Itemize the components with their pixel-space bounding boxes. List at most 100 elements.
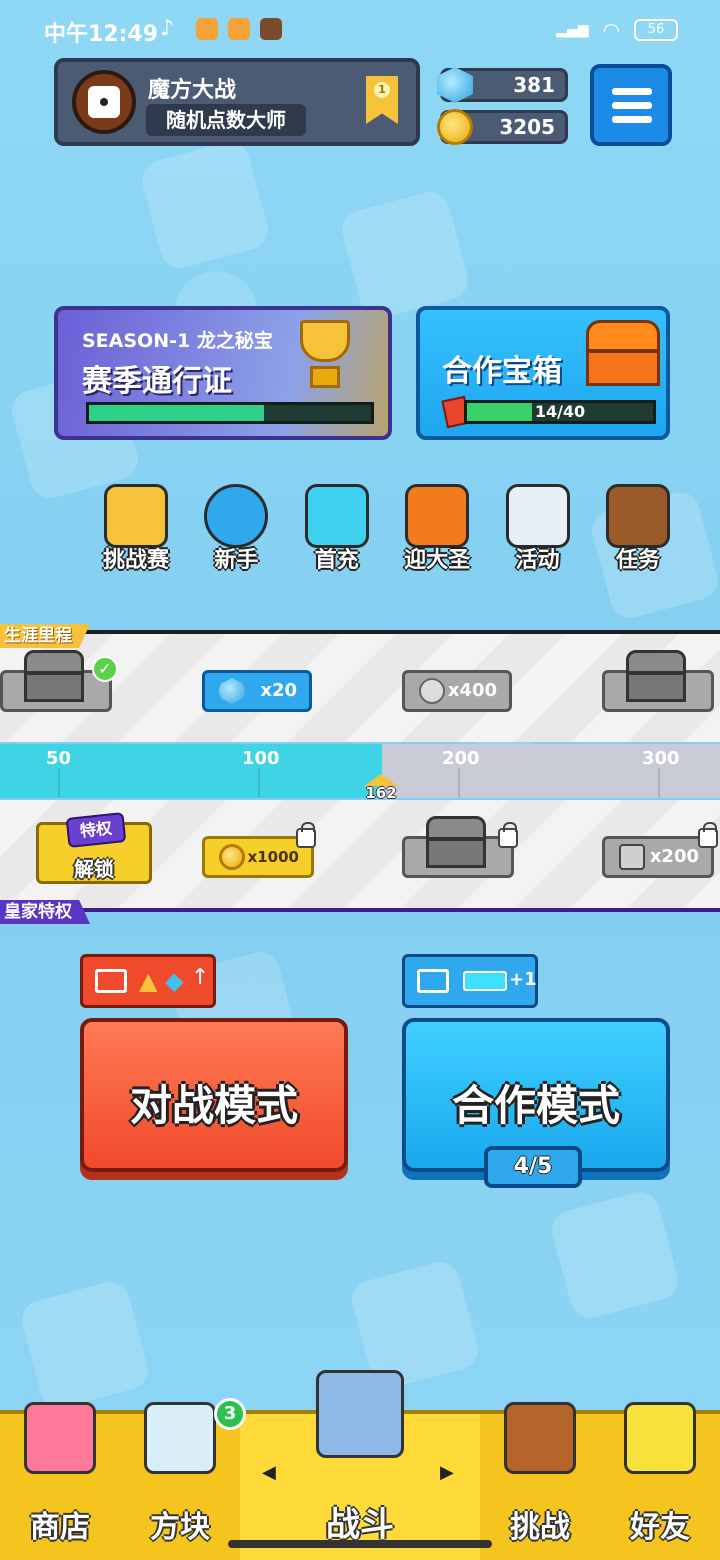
shortcut-newbie[interactable]: 新手 <box>192 484 280 584</box>
rank-number: 1 <box>374 82 390 98</box>
nav-right-arrow-icon[interactable]: ▶ <box>440 1462 454 1483</box>
lock-icon <box>698 822 718 848</box>
up-arrow-icon: ↑ <box>191 965 210 990</box>
monkey-king-icon <box>405 484 470 548</box>
shop-icon <box>24 1402 96 1474</box>
nav-label: 挑战 <box>510 1510 570 1545</box>
reward-amount: x200 <box>649 846 699 867</box>
season-progress-bar <box>86 402 374 424</box>
avatar <box>72 70 136 134</box>
shortcut-label: 任务 <box>615 548 660 573</box>
home-indicator[interactable] <box>228 1540 492 1548</box>
game-notification-icon <box>260 18 282 40</box>
battle-mode-button[interactable]: 对战模式 <box>80 1018 348 1172</box>
lock-icon <box>498 822 518 848</box>
ticket-icon <box>463 971 507 991</box>
nav-battle[interactable]: 战斗 <box>240 1370 480 1560</box>
player-name: 魔方大战 <box>148 78 237 103</box>
coop-chest-title: 合作宝箱 <box>442 354 562 389</box>
nav-label: 方块 <box>150 1510 210 1545</box>
coin-amount: 3205 <box>499 115 555 139</box>
profile-card[interactable]: 魔方大战 随机点数大师 1 <box>54 58 420 146</box>
quest-book-icon <box>605 484 670 548</box>
lock-icon <box>296 822 316 848</box>
gift-box-icon <box>304 484 369 548</box>
season-tag: SEASON-1 龙之秘宝 <box>82 330 273 352</box>
menu-button[interactable] <box>590 64 672 146</box>
tick-divider <box>58 768 60 798</box>
milestone-tick: 300 <box>642 748 680 769</box>
challenge-blocks-icon <box>104 484 168 548</box>
tick-divider <box>258 768 260 798</box>
shortcut-label: 新手 <box>214 548 259 573</box>
nav-friends[interactable]: 好友 <box>600 1402 720 1560</box>
nav-label: 商店 <box>30 1510 90 1545</box>
milestone-tick: 100 <box>242 748 280 769</box>
nav-cubes[interactable]: 方块 <box>120 1402 240 1560</box>
milestone-tick: 200 <box>442 748 480 769</box>
trophy-icon <box>294 316 356 394</box>
bg-dice-tile <box>137 137 273 273</box>
gem-amount: 381 <box>513 73 555 97</box>
season-pass-card[interactable]: SEASON-1 龙之秘宝 赛季通行证 <box>54 306 392 440</box>
hamburger-icon <box>612 88 652 95</box>
shortcut-events[interactable]: 活动 <box>494 484 582 584</box>
coop-video-bonus[interactable]: +1 <box>402 954 538 1008</box>
coin-counter[interactable]: 3205 <box>437 109 568 145</box>
career-reward-gems[interactable]: x20 <box>202 670 312 712</box>
hamburger-icon <box>612 116 652 123</box>
season-pass-title: 赛季通行证 <box>82 364 232 399</box>
wifi-icon: ◠ <box>602 18 620 42</box>
status-bar: 中午12:49 ♪ ▂▄▆ ◠ 56 <box>0 0 720 60</box>
shortcut-quests[interactable]: 任务 <box>594 484 682 584</box>
player-title: 随机点数大师 <box>146 104 306 136</box>
hex-gem-icon <box>619 844 645 870</box>
shortcut-first-recharge[interactable]: 首充 <box>293 484 381 584</box>
career-tag: 生涯里程 <box>0 624 90 648</box>
battery-icon: 56 <box>634 19 678 41</box>
gem-counter[interactable]: 381 <box>437 67 568 103</box>
career-milestone-track: 生涯里程 ✓ x20 x400 <box>0 624 720 742</box>
tick-divider <box>458 768 460 798</box>
gem-icon <box>219 678 245 704</box>
nav-left-arrow-icon[interactable]: ◀ <box>262 1462 276 1483</box>
friend-character-icon <box>624 1402 696 1474</box>
cube-notification-badge: 3 <box>214 1398 246 1430</box>
gem-icon <box>437 67 473 103</box>
signal-icon: ▂▄▆ <box>556 22 589 38</box>
nav-shop[interactable]: 商店 <box>0 1402 120 1560</box>
unlock-privilege-button[interactable]: 特权 解锁 <box>36 812 152 884</box>
signboard-icon <box>504 1402 576 1474</box>
privilege-badge: 特权 <box>65 812 127 848</box>
bg-dice-tile <box>17 1277 153 1413</box>
status-time: 中午12:49 <box>44 22 159 47</box>
battle-video-bonus[interactable]: ▲ ◆ ↑ <box>80 954 216 1008</box>
rank-medal-icon: 1 <box>366 76 398 124</box>
shortcut-row: 挑战赛 新手 首充 迎大圣 活动 任务 <box>92 484 682 584</box>
coop-chest-progress-bar: 14/40 <box>464 400 656 424</box>
gem-bonus-icon: ◆ <box>165 967 184 995</box>
bg-dice-tile <box>547 1187 683 1323</box>
silver-coin-icon <box>419 678 445 704</box>
video-icon <box>95 969 127 993</box>
milestone-tick: 50 <box>46 748 72 769</box>
coop-chest-card[interactable]: 合作宝箱 14/40 <box>416 306 670 440</box>
mystery-cube-icon <box>144 1402 216 1474</box>
bottom-nav: 商店 方块 战斗 挑战 好友 <box>0 1370 720 1560</box>
treasure-chest-icon <box>582 316 664 390</box>
shortcut-label: 迎大圣 <box>404 548 471 573</box>
career-reward-silver[interactable]: x400 <box>402 670 512 712</box>
nav-challenge[interactable]: 挑战 <box>480 1402 600 1560</box>
trophy-bonus-icon: ▲ <box>139 967 158 995</box>
sword-shield-icon <box>316 1370 404 1458</box>
coop-chest-progress-text: 14/40 <box>534 402 586 421</box>
shortcut-label: 首充 <box>314 548 359 573</box>
shortcut-challenge[interactable]: 挑战赛 <box>92 484 180 584</box>
chest-icon <box>426 816 486 870</box>
chest-icon <box>626 650 686 704</box>
shortcut-monkey-king[interactable]: 迎大圣 <box>393 484 481 584</box>
claimed-check-icon: ✓ <box>92 656 118 682</box>
app-notification-icon <box>228 18 250 40</box>
coop-attempts-counter: 4/5 <box>484 1146 582 1188</box>
reward-amount: x1000 <box>247 848 299 866</box>
